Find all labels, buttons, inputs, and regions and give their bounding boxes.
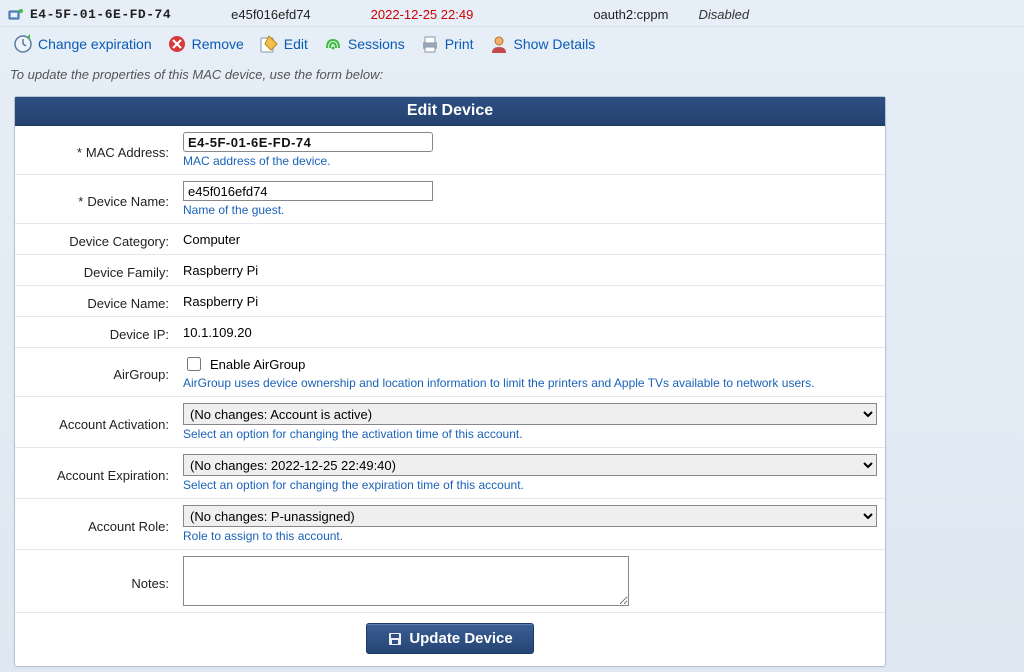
account-expiration-label: Account Expiration: xyxy=(15,448,175,498)
mac-address-helper: MAC address of the device. xyxy=(183,154,877,168)
account-role-select[interactable]: (No changes: P-unassigned) xyxy=(183,505,877,527)
show-details-link[interactable]: Show Details xyxy=(488,33,596,55)
edit-label: Edit xyxy=(284,36,308,52)
timestamp-text: 2022-12-25 22:49 xyxy=(371,7,474,22)
mac-address-text: E4-5F-01-6E-FD-74 xyxy=(30,7,171,22)
clock-icon xyxy=(12,33,34,55)
change-expiration-link[interactable]: Change expiration xyxy=(12,33,152,55)
update-device-label: Update Device xyxy=(409,630,512,647)
account-role-helper: Role to assign to this account. xyxy=(183,529,877,543)
account-role-label: Account Role: xyxy=(15,499,175,549)
notes-label: Notes: xyxy=(15,550,175,612)
device-family-value: Raspberry Pi xyxy=(183,263,877,278)
airgroup-helper: AirGroup uses device ownership and locat… xyxy=(183,376,877,390)
mac-address-label: *MAC Address: xyxy=(15,126,175,174)
print-label: Print xyxy=(445,36,474,52)
device-name2-value: Raspberry Pi xyxy=(183,294,877,309)
required-footnote: * required field xyxy=(0,667,1024,672)
device-name-input[interactable] xyxy=(183,181,433,201)
device-name-label: *Device Name: xyxy=(15,175,175,223)
panel-title: Edit Device xyxy=(15,97,885,126)
account-expiration-select[interactable]: (No changes: 2022-12-25 22:49:40) xyxy=(183,454,877,476)
action-toolbar: Change expiration Remove Edit Sessions P… xyxy=(0,26,1024,63)
device-category-value: Computer xyxy=(183,232,877,247)
airgroup-checkbox[interactable] xyxy=(187,357,201,371)
airgroup-enable-option[interactable]: Enable AirGroup xyxy=(183,354,877,374)
sessions-icon xyxy=(322,33,344,55)
device-name2-label: Device Name: xyxy=(15,286,175,316)
print-icon xyxy=(419,33,441,55)
change-expiration-label: Change expiration xyxy=(38,36,152,52)
print-link[interactable]: Print xyxy=(419,33,474,55)
account-expiration-helper: Select an option for changing the expira… xyxy=(183,478,877,492)
account-activation-label: Account Activation: xyxy=(15,397,175,447)
airgroup-checkbox-label: Enable AirGroup xyxy=(210,357,305,372)
edit-link[interactable]: Edit xyxy=(258,33,308,55)
mac-address-input[interactable] xyxy=(183,132,433,152)
account-activation-select[interactable]: (No changes: Account is active) xyxy=(183,403,877,425)
airgroup-label: AirGroup: xyxy=(15,348,175,396)
sessions-link[interactable]: Sessions xyxy=(322,33,405,55)
remove-icon xyxy=(166,33,188,55)
person-icon xyxy=(488,33,510,55)
device-family-label: Device Family: xyxy=(15,255,175,285)
device-ip-label: Device IP: xyxy=(15,317,175,347)
device-summary-row: E4-5F-01-6E-FD-74 e45f016efd74 2022-12-2… xyxy=(0,0,1024,26)
save-icon xyxy=(387,631,403,647)
edit-icon xyxy=(258,33,280,55)
device-icon xyxy=(8,6,24,22)
form-hint-text: To update the properties of this MAC dev… xyxy=(0,63,1024,92)
notes-textarea[interactable] xyxy=(183,556,629,606)
short-name-text: e45f016efd74 xyxy=(231,7,311,22)
show-details-label: Show Details xyxy=(514,36,596,52)
device-name-helper: Name of the guest. xyxy=(183,203,877,217)
sponsor-text: oauth2:cppm xyxy=(593,7,668,22)
sessions-label: Sessions xyxy=(348,36,405,52)
device-ip-value: 10.1.109.20 xyxy=(183,325,877,340)
update-device-button[interactable]: Update Device xyxy=(366,623,533,654)
device-category-label: Device Category: xyxy=(15,224,175,254)
remove-link[interactable]: Remove xyxy=(166,33,244,55)
remove-label: Remove xyxy=(192,36,244,52)
status-text: Disabled xyxy=(698,7,749,22)
edit-device-panel: Edit Device *MAC Address: MAC address of… xyxy=(14,96,886,667)
account-activation-helper: Select an option for changing the activa… xyxy=(183,427,877,441)
